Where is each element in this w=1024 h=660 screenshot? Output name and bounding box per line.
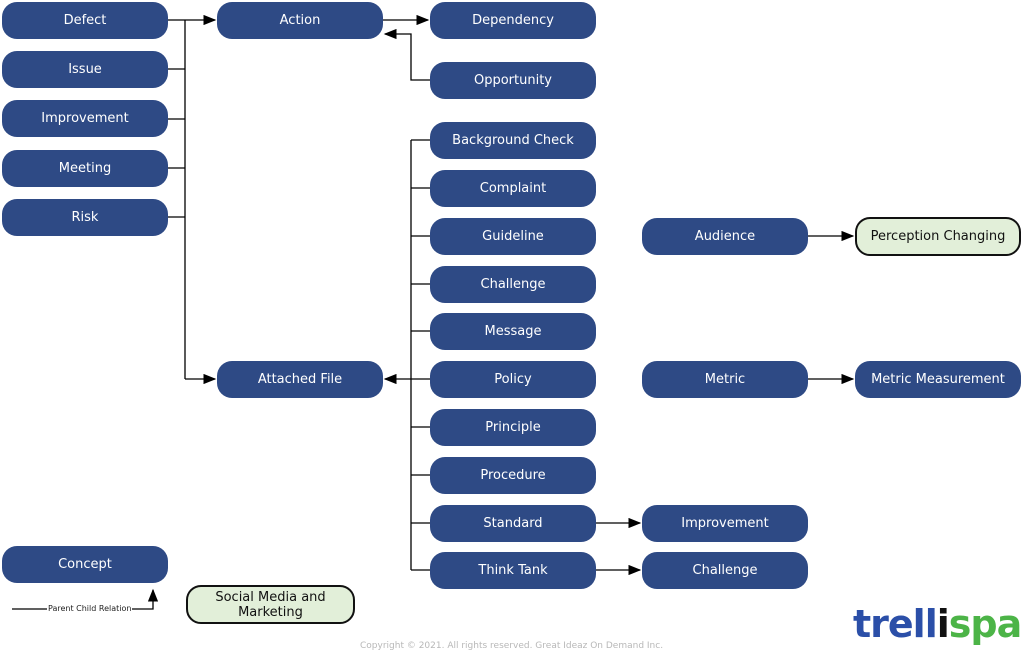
logo-part3: spark [948, 602, 1024, 646]
node-complaint: Complaint [430, 170, 596, 207]
node-standard-improvement: Improvement [642, 505, 808, 542]
node-meeting: Meeting [2, 150, 168, 187]
node-audience: Audience [642, 218, 808, 255]
node-guideline: Guideline [430, 218, 596, 255]
node-challenge: Challenge [430, 266, 596, 303]
node-procedure: Procedure [430, 457, 596, 494]
node-standard: Standard [430, 505, 596, 542]
node-improvement: Improvement [2, 100, 168, 137]
node-perception-changing: Perception Changing [855, 217, 1021, 256]
node-social-media: Social Media and Marketing [186, 585, 355, 624]
legend-label: Parent Child Relation [47, 604, 133, 613]
node-opportunity: Opportunity [430, 62, 596, 99]
node-risk: Risk [2, 199, 168, 236]
node-issue: Issue [2, 51, 168, 88]
node-think-tank: Think Tank [430, 552, 596, 589]
node-message: Message [430, 313, 596, 350]
node-attached-file: Attached File [217, 361, 383, 398]
node-dependency: Dependency [430, 2, 596, 39]
copyright: Copyright © 2021. All rights reserved. G… [360, 641, 664, 651]
node-think-tank-challenge: Challenge [642, 552, 808, 589]
logo-part1: trell [853, 602, 938, 646]
logo-part2: i [936, 602, 950, 646]
node-metric-measurement: Metric Measurement [855, 361, 1021, 398]
node-background-check: Background Check [430, 122, 596, 159]
node-concept: Concept [2, 546, 168, 583]
node-defect: Defect [2, 2, 168, 39]
node-action: Action [217, 2, 383, 39]
node-principle: Principle [430, 409, 596, 446]
node-policy: Policy [430, 361, 596, 398]
trellispark-logo: trellispark [853, 602, 1024, 646]
node-metric: Metric [642, 361, 808, 398]
